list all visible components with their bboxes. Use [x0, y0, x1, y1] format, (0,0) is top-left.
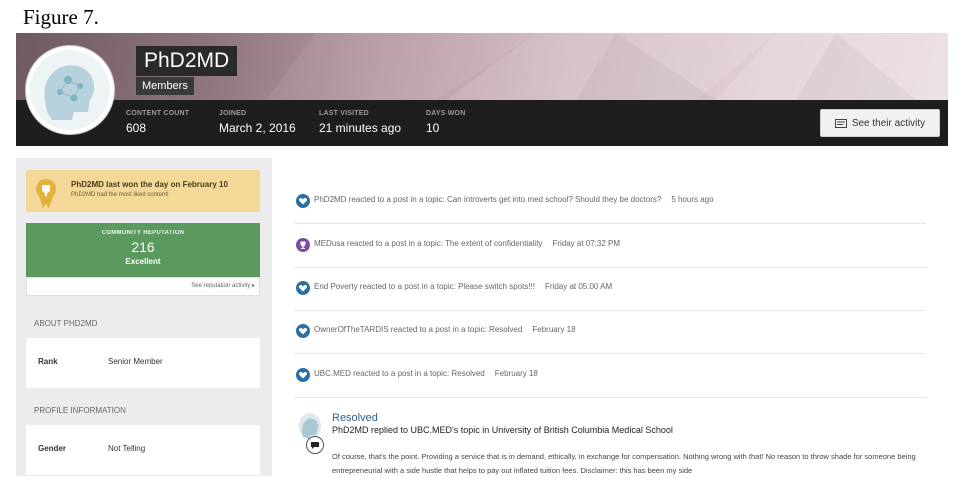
profile-avatar[interactable]: [26, 46, 114, 134]
day-winner-banner: [26, 170, 260, 212]
reputation-activity-link[interactable]: See reputation activity ▸: [191, 282, 255, 289]
comment-icon: [306, 436, 324, 454]
reputation-box: COMMUNITY REPUTATION 216 Excellent: [26, 223, 260, 277]
about-heading: ABOUT PHD2MD: [26, 310, 260, 338]
see-activity-label: See their activity: [851, 117, 926, 129]
reputation-link-row: See reputation activity ▸: [26, 277, 260, 296]
day-winner-title: PhD2MD last won the day on February 10: [71, 180, 228, 189]
feed-item-time: 5 hours ago: [671, 195, 714, 204]
reputation-label: COMMUNITY REPUTATION: [101, 230, 185, 236]
rank-label: Rank: [38, 357, 58, 366]
feed-item[interactable]: End Poverty reacted to a post in a topic…: [294, 267, 926, 311]
stat-joined: JOINED March 2, 2016: [219, 110, 296, 135]
figure-label: Figure 7.: [23, 5, 99, 29]
feed-item-time: Friday at 05:00 AM: [545, 282, 613, 291]
day-winner-subtitle: PhD2MD had the most liked content!: [71, 192, 169, 198]
stat-value: 10: [426, 121, 440, 135]
feed-item[interactable]: PhD2MD reacted to a post in a topic: Can…: [294, 180, 926, 224]
feed-item-text: UBC.MED reacted to a post in a topic: Re…: [314, 369, 538, 378]
stat-days-won: DAYS WON 10: [426, 110, 465, 135]
stat-value: 21 minutes ago: [319, 121, 402, 135]
feed-item-description: UBC.MED reacted to a post in a topic: Re…: [314, 369, 485, 378]
gender-label: Gender: [38, 444, 67, 453]
feed-item-time: Friday at 07:32 PM: [552, 239, 621, 248]
reputation-description: Excellent: [125, 257, 161, 266]
reputation-value: 216: [131, 239, 155, 255]
rank-value: Senior Member: [108, 357, 163, 366]
feed-item-description: OwnerOfTheTARDIS reacted to a post in a …: [314, 325, 523, 334]
heart-reaction-icon: [296, 281, 310, 295]
stat-value: 608: [126, 121, 147, 135]
feed-item-time: February 18: [532, 325, 576, 334]
see-activity-button[interactable]: See their activity: [820, 109, 940, 137]
feed-item-description: MEDusa reacted to a post in a topic: The…: [314, 239, 543, 248]
heart-reaction-icon: [296, 194, 310, 208]
feed-item-text: MEDusa reacted to a post in a topic: The…: [314, 239, 620, 248]
feed-item-text: End Poverty reacted to a post in a topic…: [314, 282, 612, 291]
activity-icon: [834, 118, 847, 128]
trophy-reaction-icon: [296, 238, 310, 252]
feed-item-time: February 18: [494, 369, 538, 378]
stat-label: JOINED: [219, 110, 247, 117]
post-meta: PhD2MD replied to UBC.MED's topic in Uni…: [332, 425, 673, 435]
gender-value: Not Telling: [108, 444, 146, 453]
post-title-link[interactable]: Resolved: [332, 412, 378, 424]
stat-label: CONTENT COUNT: [126, 110, 190, 117]
feed-item-text: PhD2MD reacted to a post in a topic: Can…: [314, 195, 714, 204]
about-section: Rank Senior Member: [26, 338, 260, 388]
profile-username: PhD2MD: [136, 46, 238, 76]
feed-item-text: OwnerOfTheTARDIS reacted to a post in a …: [314, 325, 576, 334]
feed-item[interactable]: MEDusa reacted to a post in a topic: The…: [294, 224, 926, 268]
heart-reaction-icon: [296, 368, 310, 382]
trophy-icon: [36, 179, 56, 208]
post-snippet: Of course, that's the point. Providing a…: [332, 452, 916, 475]
profile-info-heading: PROFILE INFORMATION: [26, 397, 260, 425]
feed-item[interactable]: OwnerOfTheTARDIS reacted to a post in a …: [294, 310, 926, 354]
feed-item[interactable]: UBC.MED reacted to a post in a topic: Re…: [294, 354, 926, 398]
stat-value: March 2, 2016: [219, 121, 296, 135]
stat-label: LAST VISITED: [319, 110, 369, 117]
stat-label: DAYS WON: [426, 110, 466, 117]
stat-content-count: CONTENT COUNT 608: [126, 110, 189, 135]
feed-item-description: End Poverty reacted to a post in a topic…: [314, 282, 536, 291]
stat-last-visited: LAST VISITED 21 minutes ago: [319, 110, 401, 135]
heart-reaction-icon: [296, 324, 310, 338]
profile-group-badge: Members: [136, 77, 194, 95]
feed-item-description: PhD2MD reacted to a post in a topic: Can…: [314, 195, 662, 204]
profile-info-section: Gender Not Telling: [26, 425, 260, 475]
